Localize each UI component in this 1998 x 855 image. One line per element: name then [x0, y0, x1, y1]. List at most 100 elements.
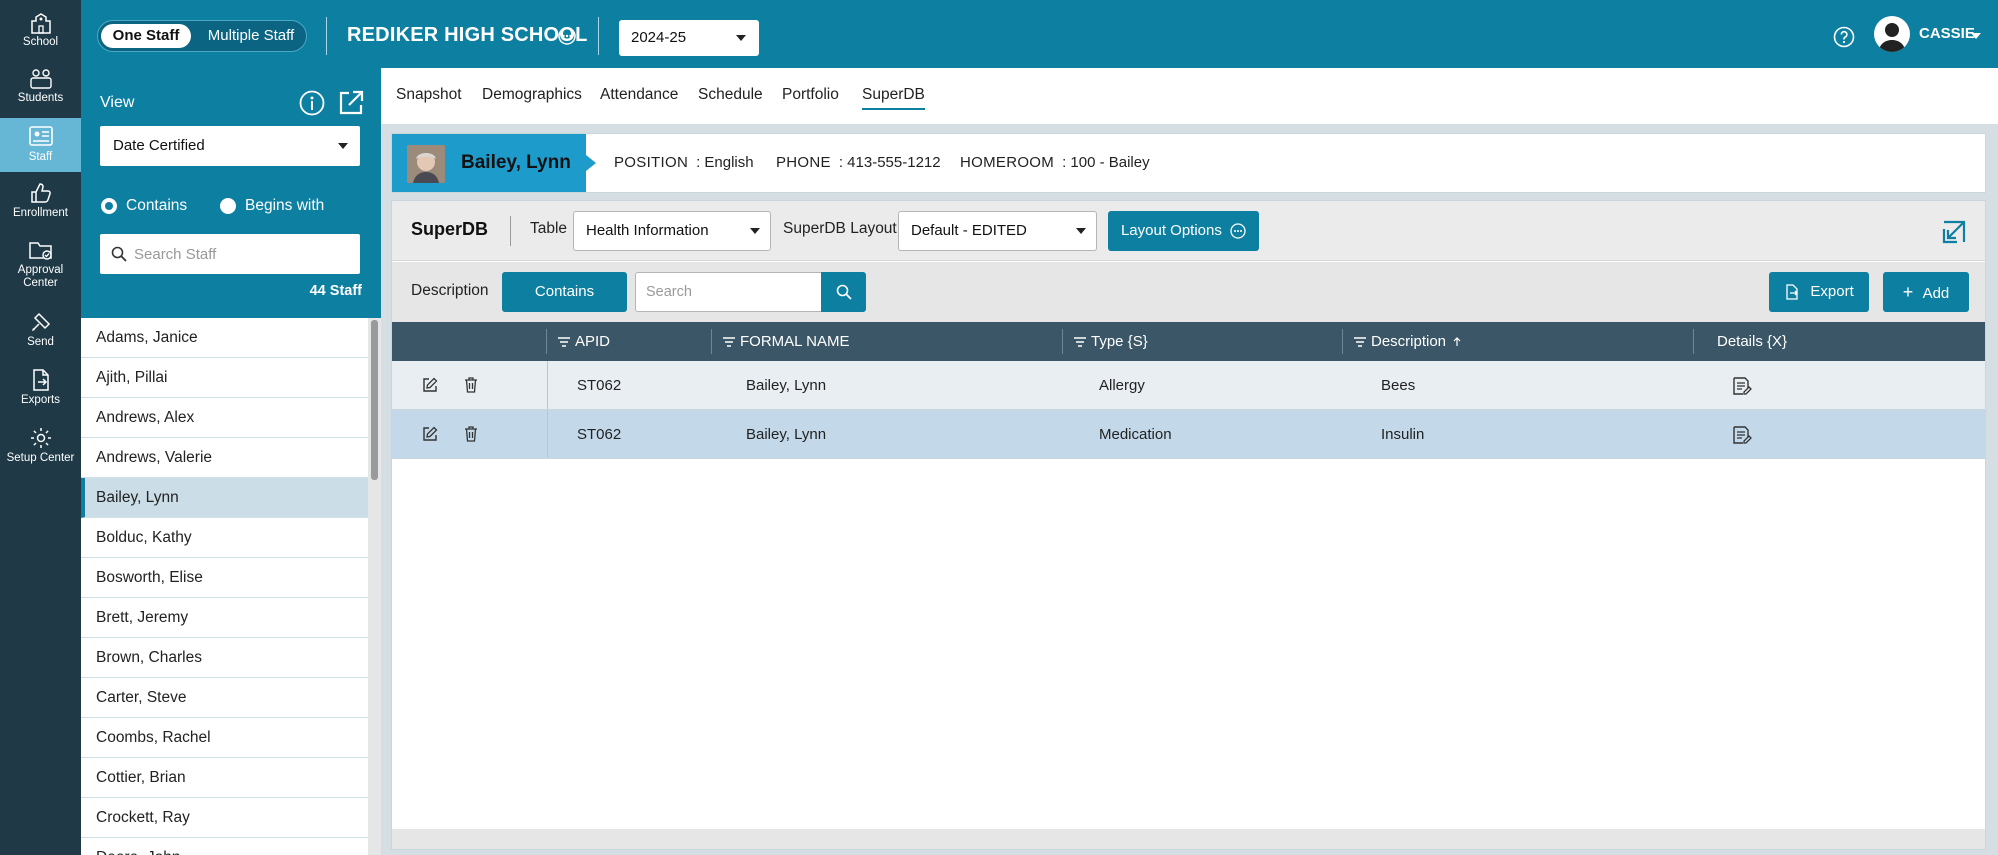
rail-item-students[interactable]: Students	[0, 68, 81, 110]
list-item[interactable]: Brown, Charles	[81, 638, 368, 678]
row-divider	[547, 410, 548, 458]
radio-begins-with[interactable]: Begins with	[220, 197, 324, 215]
column-header-formal-name[interactable]: FORMAL NAME	[723, 333, 849, 350]
details-icon[interactable]	[1732, 426, 1752, 448]
add-label: Add	[1922, 285, 1950, 302]
rail-label-approval-center: Approval Center	[17, 264, 64, 289]
staff-search-input[interactable]	[134, 234, 354, 274]
column-divider	[1062, 329, 1063, 354]
profile-name: Bailey, Lynn	[461, 152, 571, 173]
search-button[interactable]	[821, 272, 866, 312]
phone-value: : 413-555-1212	[838, 154, 941, 171]
layout-select[interactable]: Default - EDITED	[898, 211, 1097, 251]
list-item[interactable]: Ajith, Pillai	[81, 358, 368, 398]
collapse-icon[interactable]	[1940, 218, 1968, 251]
rail-item-staff[interactable]: Staff	[0, 118, 81, 172]
rail-item-send[interactable]: Send	[0, 310, 81, 354]
table-row[interactable]: ST062 Bailey, Lynn Allergy Bees	[392, 361, 1985, 410]
one-staff-toggle[interactable]: One Staff	[101, 24, 191, 48]
superdb-panel: SuperDB Table Health Information SuperDB…	[391, 200, 1986, 850]
list-item[interactable]: Andrews, Alex	[81, 398, 368, 438]
popout-icon[interactable]	[337, 89, 365, 122]
column-label: APID	[575, 333, 611, 350]
list-item[interactable]: Andrews, Valerie	[81, 438, 368, 478]
delete-icon[interactable]	[464, 426, 478, 446]
list-item[interactable]: Crockett, Ray	[81, 798, 368, 838]
list-item[interactable]: Bolduc, Kathy	[81, 518, 368, 558]
tab-schedule[interactable]: Schedule	[698, 86, 763, 104]
table-select-value: Health Information	[586, 222, 709, 239]
column-header-apid[interactable]: APID	[558, 333, 610, 350]
contains-button[interactable]: Contains	[502, 272, 627, 312]
scrollbar-thumb[interactable]	[371, 320, 378, 480]
profile-homeroom: HOMEROOM : 100 - Bailey	[960, 154, 1150, 171]
school-icon	[30, 13, 51, 34]
cell-apid: ST062	[577, 377, 622, 394]
edit-icon[interactable]	[422, 377, 438, 397]
view-label: View	[100, 94, 135, 111]
chevron-down-icon	[1076, 228, 1086, 234]
tab-portfolio[interactable]: Portfolio	[782, 86, 839, 104]
folder-check-icon	[28, 242, 52, 260]
edit-icon[interactable]	[422, 426, 438, 446]
user-menu[interactable]: CASSIE	[1919, 25, 1975, 42]
list-item[interactable]: Adams, Janice	[81, 318, 368, 358]
add-button[interactable]: + Add	[1883, 272, 1969, 312]
tab-attendance[interactable]: Attendance	[600, 86, 678, 104]
export-icon	[1786, 284, 1799, 300]
table-search-input[interactable]	[636, 273, 806, 311]
filter-icon	[723, 337, 735, 347]
export-button[interactable]: Export	[1769, 272, 1869, 312]
multiple-staff-toggle[interactable]: Multiple Staff	[198, 24, 304, 48]
list-item[interactable]: Deere, John	[81, 838, 368, 855]
column-label: FORMAL NAME	[740, 333, 850, 350]
tab-snapshot[interactable]: Snapshot	[396, 86, 462, 104]
list-item[interactable]: Carter, Steve	[81, 678, 368, 718]
list-item[interactable]: Cottier, Brian	[81, 758, 368, 798]
column-header-details[interactable]: Details {X}	[1717, 333, 1787, 350]
tab-superdb[interactable]: SuperDB	[862, 86, 925, 110]
school-name[interactable]: REDIKER HIGH SCHOOL	[347, 24, 587, 47]
layout-options-button[interactable]: Layout Options	[1108, 211, 1259, 251]
rail-item-setup-center[interactable]: Setup Center	[0, 426, 81, 482]
rail-item-approval-center[interactable]: Approval Center	[0, 238, 81, 294]
cell-description: Bees	[1381, 377, 1416, 394]
homeroom-label: HOMEROOM	[960, 154, 1055, 171]
list-item[interactable]: Coombs, Rachel	[81, 718, 368, 758]
details-icon[interactable]	[1732, 377, 1752, 399]
homeroom-value: : 100 - Bailey	[1062, 154, 1150, 171]
rail-item-enrollment[interactable]: Enrollment	[0, 181, 81, 225]
tab-demographics[interactable]: Demographics	[482, 86, 582, 104]
view-select[interactable]: Date Certified	[100, 126, 360, 166]
help-icon[interactable]	[1833, 26, 1855, 53]
delete-icon[interactable]	[464, 377, 478, 397]
filter-icon	[1074, 337, 1086, 347]
rail-label-staff: Staff	[28, 151, 53, 163]
gear-icon	[30, 428, 51, 448]
rail-item-school[interactable]: School	[0, 12, 81, 54]
table-select[interactable]: Health Information	[573, 211, 771, 251]
tab-bar: Snapshot Demographics Attendance Schedul…	[381, 68, 1998, 124]
rail-item-exports[interactable]: Exports	[0, 368, 81, 412]
staff-list-scrollbar[interactable]	[368, 318, 381, 855]
staff-mode-toggle: One Staff Multiple Staff	[97, 20, 307, 52]
radio-contains[interactable]: Contains	[101, 197, 187, 215]
school-year-select[interactable]: 2024-25	[619, 20, 759, 56]
column-header-type[interactable]: Type {S}	[1074, 333, 1148, 350]
rail-label-school: School	[22, 36, 59, 48]
filter-icon	[1354, 337, 1366, 347]
chevron-down-icon[interactable]	[1971, 33, 1981, 39]
column-header-description[interactable]: Description	[1354, 333, 1461, 350]
table-row[interactable]: ST062 Bailey, Lynn Medication Insulin	[392, 410, 1985, 459]
list-item[interactable]: Bosworth, Elise	[81, 558, 368, 598]
staff-search	[100, 234, 360, 274]
avatar[interactable]	[1874, 16, 1910, 52]
list-item[interactable]: Brett, Jeremy	[81, 598, 368, 638]
more-options-icon[interactable]	[558, 27, 576, 50]
rail-label-exports: Exports	[21, 394, 60, 406]
list-item-selected[interactable]: Bailey, Lynn	[81, 478, 368, 518]
superdb-toolbar: SuperDB Table Health Information SuperDB…	[392, 201, 1985, 261]
filter-icon	[558, 337, 570, 347]
info-icon[interactable]	[299, 90, 325, 121]
table-footer	[392, 829, 1985, 849]
